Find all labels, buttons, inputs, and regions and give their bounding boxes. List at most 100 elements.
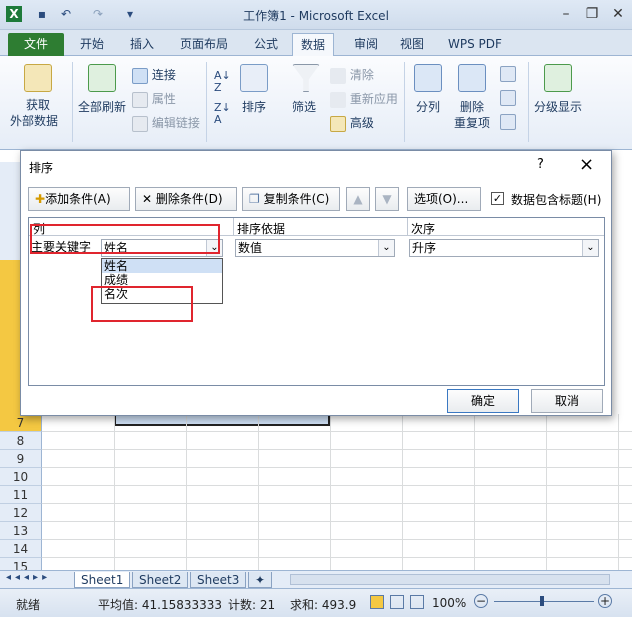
row-header[interactable]: 8 [0,432,42,450]
horizontal-scrollbar[interactable] [290,574,610,585]
col-divider [233,218,234,236]
restore-icon[interactable]: ❐ [580,4,604,24]
copy-level-label: 复制条件(C) [263,192,330,206]
status-average: 平均值: 41.15833333 [98,598,223,612]
zoom-level[interactable]: 100% [432,596,466,610]
reapply-label: 重新应用 [349,92,398,106]
data-validation-icon[interactable] [500,66,516,82]
close-window-icon[interactable]: ✕ [606,4,630,24]
sheet-tab-bar: ◂◂◂▸▸ Sheet1 Sheet2 Sheet3 ✦ [0,570,632,588]
cancel-button[interactable]: 取消 [531,389,603,413]
grid-row [42,540,632,558]
zoom-out-icon[interactable]: − [474,594,488,608]
what-if-icon[interactable] [500,114,516,130]
row-header[interactable]: 13 [0,522,42,540]
get-external-data-label[interactable]: 获取 [26,96,50,113]
sort-on-combo-value: 数值 [238,241,263,255]
advanced-icon [330,115,346,132]
sort-on-combo[interactable]: 数值 ⌄ [235,239,395,257]
sheet-nav-icon[interactable]: ◂◂◂▸▸ [6,572,51,583]
get-external-data-icon [24,64,52,92]
ok-button[interactable]: 确定 [447,389,519,413]
connections-icon [132,67,148,84]
remove-duplicates-button[interactable]: 删除 [460,98,484,115]
tab-file[interactable]: 文件 [8,33,64,56]
ribbon-separator [404,62,405,142]
dialog-help-icon[interactable]: ? [537,157,544,172]
add-level-button[interactable]: ✚添加条件(A) [28,187,130,211]
tab-page-layout[interactable]: 页面布局 [172,33,236,56]
edit-links-button[interactable]: 编辑链接 [132,114,200,132]
outline-button[interactable]: 分级显示 [534,98,582,115]
zoom-in-icon[interactable]: + [598,594,612,608]
clear-label: 清除 [349,68,374,82]
sheet-tab-sheet1[interactable]: Sheet1 [74,572,131,588]
move-down-icon[interactable]: ▼ [375,187,399,211]
sort-button[interactable]: 排序 [242,98,266,115]
chevron-down-icon[interactable]: ⌄ [378,240,394,256]
normal-view-icon[interactable] [370,595,384,609]
grid-row [42,504,632,522]
tab-review[interactable]: 审阅 [346,33,386,56]
refresh-all-button[interactable]: 全部刷新 [78,98,126,115]
grid-line [186,414,187,570]
insert-sheet-icon[interactable]: ✦ [248,572,272,588]
grid-row [42,468,632,486]
minimize-icon[interactable]: – [554,4,578,24]
sort-za-icon[interactable]: Z↓ A [214,102,231,126]
status-sum: 求和: 493.9 [290,598,357,612]
edit-links-icon [132,115,148,132]
split-column-button[interactable]: 分列 [416,98,440,115]
ribbon-separator [528,62,529,142]
ribbon-separator [72,62,73,142]
sheet-tab-sheet3[interactable]: Sheet3 [190,572,247,588]
sort-dialog: 排序 ? × ✚添加条件(A) ✕ 删除条件(D) ❐ 复制条件(C) ▲ ▼ … [20,150,612,416]
dialog-close-icon[interactable]: × [579,154,594,175]
connections-label: 连接 [151,68,176,82]
col-header-sort-on: 排序依据 [237,222,286,236]
get-external-data-label-2[interactable]: 外部数据 [10,112,58,129]
consolidate-icon[interactable] [500,90,516,106]
reapply-button[interactable]: 重新应用 [330,90,398,108]
connections-button[interactable]: 连接 [132,66,176,84]
grid-line [258,414,259,570]
col-header-order: 次序 [411,222,436,236]
tab-insert[interactable]: 插入 [122,33,162,56]
sheet-tab-sheet2[interactable]: Sheet2 [132,572,189,588]
dropdown-item-name[interactable]: 姓名 [102,259,222,273]
delete-level-button[interactable]: ✕ 删除条件(D) [135,187,237,211]
properties-button[interactable]: 属性 [132,90,176,108]
dropdown-item-score[interactable]: 成绩 [102,273,222,287]
row-header[interactable]: 10 [0,468,42,486]
order-combo[interactable]: 升序 ⌄ [409,239,599,257]
page-break-view-icon[interactable] [410,595,424,609]
row-header[interactable]: 12 [0,504,42,522]
filter-button[interactable]: 筛选 [292,98,316,115]
chevron-down-icon[interactable]: ⌄ [582,240,598,256]
has-headers-checkbox[interactable]: ✓ [491,192,504,205]
row-header[interactable]: 11 [0,486,42,504]
tab-wps-pdf[interactable]: WPS PDF [440,33,510,56]
row-header[interactable]: 7 [0,414,42,432]
sort-az-icon[interactable]: A↓ Z [214,70,231,94]
move-up-icon[interactable]: ▲ [346,187,370,211]
tab-data[interactable]: 数据 [292,33,335,56]
zoom-slider[interactable] [494,601,594,602]
tab-formulas[interactable]: 公式 [246,33,286,56]
zoom-slider-thumb[interactable] [540,596,544,606]
properties-icon [132,91,148,108]
remove-duplicates-label-2: 重复项 [454,116,491,130]
page-layout-view-icon[interactable] [390,595,404,609]
row-header[interactable]: 14 [0,540,42,558]
grid-row [42,414,632,432]
advanced-button[interactable]: 高级 [330,114,374,132]
tab-view[interactable]: 视图 [392,33,432,56]
copy-level-button[interactable]: ❐ 复制条件(C) [242,187,340,211]
remove-duplicates-icon [458,64,486,92]
advanced-label: 高级 [349,116,374,130]
tab-home[interactable]: 开始 [72,33,112,56]
row-header[interactable]: 9 [0,450,42,468]
options-button[interactable]: 选项(O)... [407,187,481,211]
grid-row [42,486,632,504]
clear-button[interactable]: 清除 [330,66,374,84]
